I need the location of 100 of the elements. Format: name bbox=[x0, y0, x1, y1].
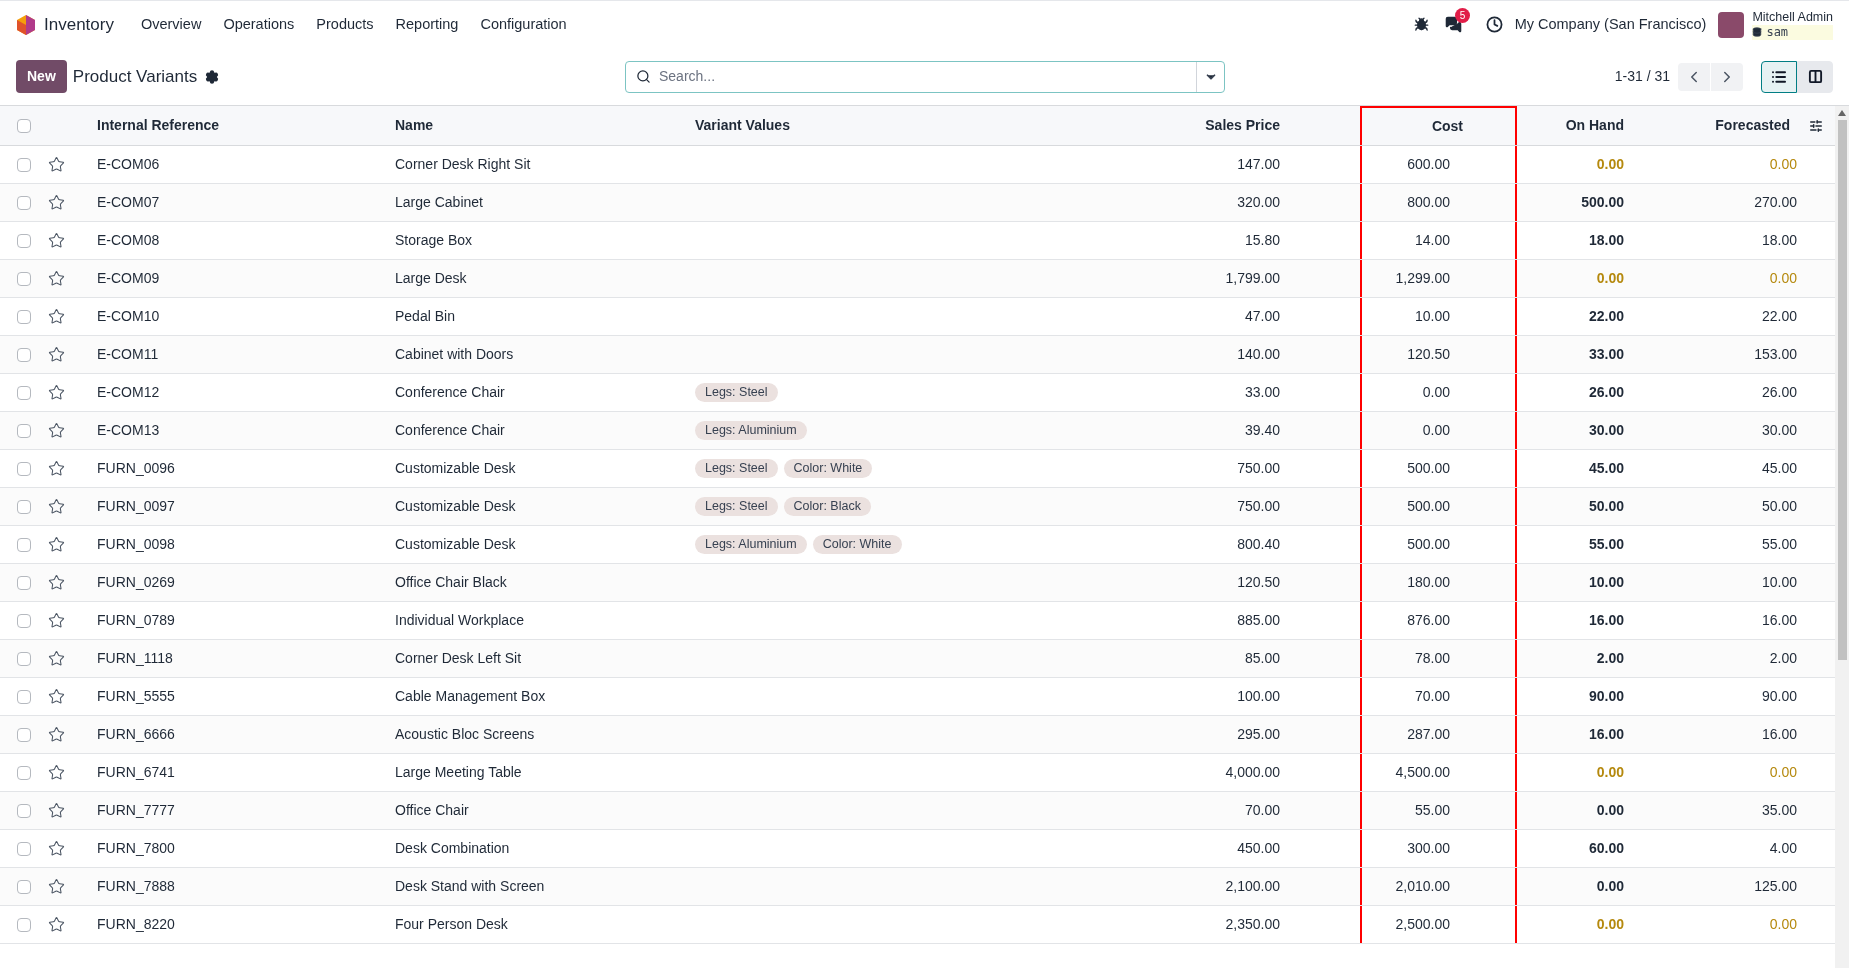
table-cell[interactable]: Conference Chair bbox=[395, 382, 505, 403]
activity-clock-icon[interactable] bbox=[1485, 16, 1503, 33]
row-checkbox[interactable] bbox=[17, 347, 31, 362]
row-checkbox[interactable] bbox=[17, 879, 31, 894]
table-cell[interactable]: Pedal Bin bbox=[395, 306, 455, 327]
scroll-up-arrow-icon[interactable] bbox=[1838, 110, 1846, 116]
column-header[interactable]: Forecasted bbox=[1640, 106, 1835, 145]
debug-icon[interactable] bbox=[1413, 17, 1429, 32]
table-cell[interactable]: FURN_0097 bbox=[97, 496, 175, 517]
row-checkbox[interactable] bbox=[17, 841, 31, 856]
column-header[interactable]: Name bbox=[395, 106, 695, 145]
menu-item[interactable]: Configuration bbox=[469, 13, 578, 36]
row-checkbox[interactable] bbox=[17, 309, 31, 324]
table-cell[interactable]: FURN_0789 bbox=[97, 610, 175, 631]
table-cell[interactable]: FURN_6741 bbox=[97, 762, 175, 783]
row-checkbox[interactable] bbox=[17, 195, 31, 210]
table-cell[interactable]: Corner Desk Left Sit bbox=[395, 648, 522, 669]
table-cell[interactable]: Desk Stand with Screen bbox=[395, 876, 545, 897]
column-header[interactable]: Variant Values bbox=[695, 106, 1100, 145]
row-checkbox[interactable] bbox=[17, 651, 31, 666]
user-name[interactable]: Mitchell Admin bbox=[1752, 9, 1833, 25]
row-checkbox[interactable] bbox=[17, 689, 31, 704]
select-all-checkbox[interactable] bbox=[17, 118, 31, 133]
favorite-star-icon[interactable] bbox=[48, 650, 65, 667]
app-name[interactable]: Inventory bbox=[44, 11, 114, 38]
favorite-star-icon[interactable] bbox=[48, 308, 65, 325]
table-cell[interactable]: Customizable Desk bbox=[395, 458, 516, 479]
favorite-star-icon[interactable] bbox=[48, 574, 65, 591]
table-cell[interactable]: E-COM08 bbox=[97, 230, 160, 251]
table-cell[interactable]: FURN_0098 bbox=[97, 534, 175, 555]
table-cell[interactable]: E-COM13 bbox=[97, 420, 160, 441]
user-avatar[interactable] bbox=[1718, 11, 1745, 38]
table-cell[interactable]: Large Meeting Table bbox=[395, 762, 522, 783]
next-page-button[interactable] bbox=[1711, 62, 1743, 91]
favorite-star-icon[interactable] bbox=[48, 460, 65, 477]
company-switcher[interactable]: My Company (San Francisco) bbox=[1514, 13, 1707, 36]
table-cell[interactable]: FURN_8220 bbox=[97, 914, 175, 935]
table-cell[interactable]: Corner Desk Right Sit bbox=[395, 154, 531, 175]
favorite-star-icon[interactable] bbox=[48, 384, 65, 401]
table-cell[interactable]: Cable Management Box bbox=[395, 686, 546, 707]
kanban-view-button[interactable] bbox=[1797, 60, 1833, 93]
search-input[interactable]: Search... bbox=[659, 66, 1196, 87]
row-checkbox[interactable] bbox=[17, 233, 31, 248]
app-logo-icon[interactable] bbox=[16, 13, 36, 36]
row-checkbox[interactable] bbox=[17, 613, 31, 628]
menu-item[interactable]: Overview bbox=[129, 13, 213, 36]
menu-item[interactable]: Products bbox=[305, 13, 385, 36]
table-cell[interactable]: FURN_6666 bbox=[97, 724, 175, 745]
favorite-star-icon[interactable] bbox=[48, 802, 65, 819]
table-cell[interactable]: E-COM10 bbox=[97, 306, 160, 327]
table-cell[interactable]: Individual Workplace bbox=[395, 610, 524, 631]
row-checkbox[interactable] bbox=[17, 385, 31, 400]
row-checkbox[interactable] bbox=[17, 423, 31, 438]
pager-value[interactable]: 1-31 / 31 bbox=[1614, 66, 1670, 87]
messages-icon[interactable] bbox=[1444, 16, 1462, 33]
table-cell[interactable]: Conference Chair bbox=[395, 420, 505, 441]
table-cell[interactable]: E-COM09 bbox=[97, 268, 160, 289]
favorite-star-icon[interactable] bbox=[48, 878, 65, 895]
optional-columns-icon[interactable] bbox=[1809, 118, 1823, 133]
table-cell[interactable]: FURN_0269 bbox=[97, 572, 175, 593]
table-cell[interactable]: Large Cabinet bbox=[395, 192, 483, 213]
table-cell[interactable]: Customizable Desk bbox=[395, 496, 516, 517]
favorite-star-icon[interactable] bbox=[48, 422, 65, 439]
list-view-button[interactable] bbox=[1761, 60, 1797, 93]
scrollbar[interactable] bbox=[1835, 106, 1849, 968]
table-cell[interactable]: Large Desk bbox=[395, 268, 467, 289]
table-cell[interactable]: Office Chair Black bbox=[395, 572, 507, 593]
favorite-star-icon[interactable] bbox=[48, 156, 65, 173]
favorite-star-icon[interactable] bbox=[48, 840, 65, 857]
menu-item[interactable]: Operations bbox=[212, 13, 306, 36]
settings-icon[interactable] bbox=[205, 69, 220, 84]
table-cell[interactable]: FURN_7777 bbox=[97, 800, 175, 821]
table-cell[interactable]: FURN_7800 bbox=[97, 838, 175, 859]
row-checkbox[interactable] bbox=[17, 157, 31, 172]
table-cell[interactable]: FURN_1118 bbox=[97, 648, 173, 669]
row-checkbox[interactable] bbox=[17, 803, 31, 818]
favorite-star-icon[interactable] bbox=[48, 612, 65, 629]
row-checkbox[interactable] bbox=[17, 499, 31, 514]
favorite-star-icon[interactable] bbox=[48, 498, 65, 515]
table-cell[interactable]: Office Chair bbox=[395, 800, 469, 821]
search-bar[interactable]: Search... bbox=[625, 60, 1225, 93]
column-header[interactable]: Internal Reference bbox=[97, 106, 395, 145]
favorite-star-icon[interactable] bbox=[48, 536, 65, 553]
table-cell[interactable]: Desk Combination bbox=[395, 838, 510, 859]
scrollbar-thumb[interactable] bbox=[1837, 120, 1847, 660]
favorite-star-icon[interactable] bbox=[48, 726, 65, 743]
row-checkbox[interactable] bbox=[17, 575, 31, 590]
row-checkbox[interactable] bbox=[17, 461, 31, 476]
favorite-star-icon[interactable] bbox=[48, 194, 65, 211]
favorite-star-icon[interactable] bbox=[48, 764, 65, 781]
previous-page-button[interactable] bbox=[1678, 62, 1710, 91]
table-cell[interactable]: E-COM06 bbox=[97, 154, 160, 175]
row-checkbox[interactable] bbox=[17, 537, 31, 552]
column-header[interactable]: On Hand bbox=[1517, 106, 1640, 145]
menu-item[interactable]: Reporting bbox=[384, 13, 470, 36]
row-checkbox[interactable] bbox=[17, 727, 31, 742]
table-cell[interactable]: Customizable Desk bbox=[395, 534, 516, 555]
table-cell[interactable]: Storage Box bbox=[395, 230, 473, 251]
table-cell[interactable]: Acoustic Bloc Screens bbox=[395, 724, 535, 745]
new-button[interactable]: New bbox=[16, 60, 67, 93]
